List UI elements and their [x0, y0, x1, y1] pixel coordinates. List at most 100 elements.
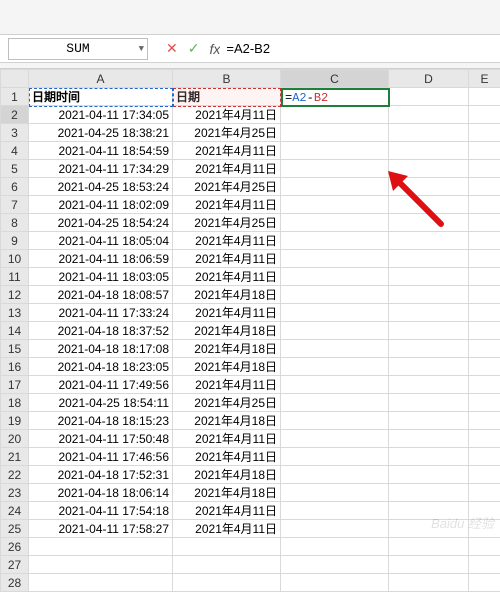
cell[interactable]: 2021年4月11日: [173, 160, 281, 178]
cell[interactable]: 2021-04-25 18:54:24: [29, 214, 173, 232]
cell[interactable]: [469, 574, 500, 592]
cell[interactable]: 2021-04-11 17:50:48: [29, 430, 173, 448]
row-header[interactable]: 20: [1, 430, 29, 448]
cell[interactable]: [389, 304, 469, 322]
cell[interactable]: [389, 286, 469, 304]
cell[interactable]: [389, 340, 469, 358]
cell[interactable]: [389, 142, 469, 160]
cell[interactable]: [389, 430, 469, 448]
cell[interactable]: [281, 304, 389, 322]
col-header-d[interactable]: D: [389, 70, 469, 88]
cell[interactable]: 2021年4月11日: [173, 142, 281, 160]
cell[interactable]: 2021-04-25 18:54:11: [29, 394, 173, 412]
cell[interactable]: [469, 538, 500, 556]
cancel-icon[interactable]: ✕: [166, 40, 178, 57]
table-row[interactable]: 202021-04-11 17:50:482021年4月11日: [1, 430, 500, 448]
table-row[interactable]: 62021-04-25 18:53:242021年4月25日: [1, 178, 500, 196]
cell[interactable]: 2021年4月11日: [173, 376, 281, 394]
cell[interactable]: 日期时间: [29, 88, 173, 106]
cell[interactable]: 2021年4月11日: [173, 520, 281, 538]
row-header[interactable]: 19: [1, 412, 29, 430]
cell[interactable]: 2021-04-18 18:23:05: [29, 358, 173, 376]
row-header[interactable]: 9: [1, 232, 29, 250]
table-row[interactable]: 92021-04-11 18:05:042021年4月11日: [1, 232, 500, 250]
cell[interactable]: [281, 520, 389, 538]
table-row[interactable]: 212021-04-11 17:46:562021年4月11日: [1, 448, 500, 466]
table-row[interactable]: 42021-04-11 18:54:592021年4月11日: [1, 142, 500, 160]
cell[interactable]: [389, 196, 469, 214]
cell[interactable]: [281, 376, 389, 394]
cell[interactable]: 2021年4月18日: [173, 340, 281, 358]
table-row[interactable]: 28: [1, 574, 500, 592]
editing-cell-c2[interactable]: =A2-B2: [281, 88, 390, 107]
row-header[interactable]: 14: [1, 322, 29, 340]
cell[interactable]: [281, 502, 389, 520]
row-header[interactable]: 24: [1, 502, 29, 520]
cell[interactable]: 2021年4月11日: [173, 304, 281, 322]
cells-table[interactable]: A B C D E 1日期时间日期时间22021-04-11 17:34:052…: [0, 69, 500, 592]
cell[interactable]: [469, 232, 500, 250]
cell[interactable]: [281, 268, 389, 286]
cell[interactable]: 2021-04-11 17:49:56: [29, 376, 173, 394]
cell[interactable]: [469, 268, 500, 286]
table-row[interactable]: 72021-04-11 18:02:092021年4月11日: [1, 196, 500, 214]
cell[interactable]: [469, 322, 500, 340]
cell[interactable]: [29, 574, 173, 592]
cell[interactable]: [281, 286, 389, 304]
cell[interactable]: [389, 322, 469, 340]
cell[interactable]: 2021年4月25日: [173, 178, 281, 196]
table-row[interactable]: 32021-04-25 18:38:212021年4月25日: [1, 124, 500, 142]
row-header[interactable]: 7: [1, 196, 29, 214]
cell[interactable]: [389, 394, 469, 412]
cell[interactable]: 2021-04-25 18:53:24: [29, 178, 173, 196]
table-row[interactable]: 82021-04-25 18:54:242021年4月25日: [1, 214, 500, 232]
cell[interactable]: [389, 358, 469, 376]
cell[interactable]: [469, 160, 500, 178]
cell[interactable]: [389, 412, 469, 430]
cell[interactable]: [469, 502, 500, 520]
row-header[interactable]: 26: [1, 538, 29, 556]
cell[interactable]: [469, 556, 500, 574]
cell[interactable]: [389, 178, 469, 196]
cell[interactable]: [389, 250, 469, 268]
cell[interactable]: [281, 358, 389, 376]
cell[interactable]: 2021年4月25日: [173, 394, 281, 412]
row-header[interactable]: 23: [1, 484, 29, 502]
cell[interactable]: [469, 466, 500, 484]
table-row[interactable]: 26: [1, 538, 500, 556]
table-row[interactable]: 172021-04-11 17:49:562021年4月11日: [1, 376, 500, 394]
cell[interactable]: [469, 304, 500, 322]
cell[interactable]: 2021年4月18日: [173, 484, 281, 502]
cell[interactable]: 2021年4月11日: [173, 196, 281, 214]
row-header[interactable]: 18: [1, 394, 29, 412]
row-header[interactable]: 3: [1, 124, 29, 142]
cell[interactable]: [281, 538, 389, 556]
cell[interactable]: [281, 412, 389, 430]
cell[interactable]: 2021年4月11日: [173, 502, 281, 520]
confirm-icon[interactable]: ✓: [188, 40, 200, 57]
table-row[interactable]: 132021-04-11 17:33:242021年4月11日: [1, 304, 500, 322]
cell[interactable]: [469, 196, 500, 214]
cell[interactable]: [469, 250, 500, 268]
cell[interactable]: [281, 106, 389, 124]
cell[interactable]: [469, 88, 500, 106]
cell[interactable]: [469, 484, 500, 502]
cell[interactable]: [389, 268, 469, 286]
row-header[interactable]: 11: [1, 268, 29, 286]
cell[interactable]: [389, 232, 469, 250]
table-row[interactable]: 222021-04-18 17:52:312021年4月18日: [1, 466, 500, 484]
cell[interactable]: [469, 214, 500, 232]
col-header-e[interactable]: E: [469, 70, 500, 88]
cell[interactable]: [469, 376, 500, 394]
cell[interactable]: [281, 160, 389, 178]
cell[interactable]: 2021年4月25日: [173, 124, 281, 142]
cell[interactable]: [389, 88, 469, 106]
worksheet-grid[interactable]: =A2-B2 A B C D E 1日期时间日期时间22021-04-11 17…: [0, 69, 500, 592]
cell[interactable]: 2021-04-11 18:03:05: [29, 268, 173, 286]
row-header[interactable]: 16: [1, 358, 29, 376]
cell[interactable]: [389, 502, 469, 520]
formula-input[interactable]: [220, 38, 500, 60]
cell[interactable]: [389, 574, 469, 592]
cell[interactable]: 2021-04-18 18:06:14: [29, 484, 173, 502]
cell[interactable]: [281, 340, 389, 358]
